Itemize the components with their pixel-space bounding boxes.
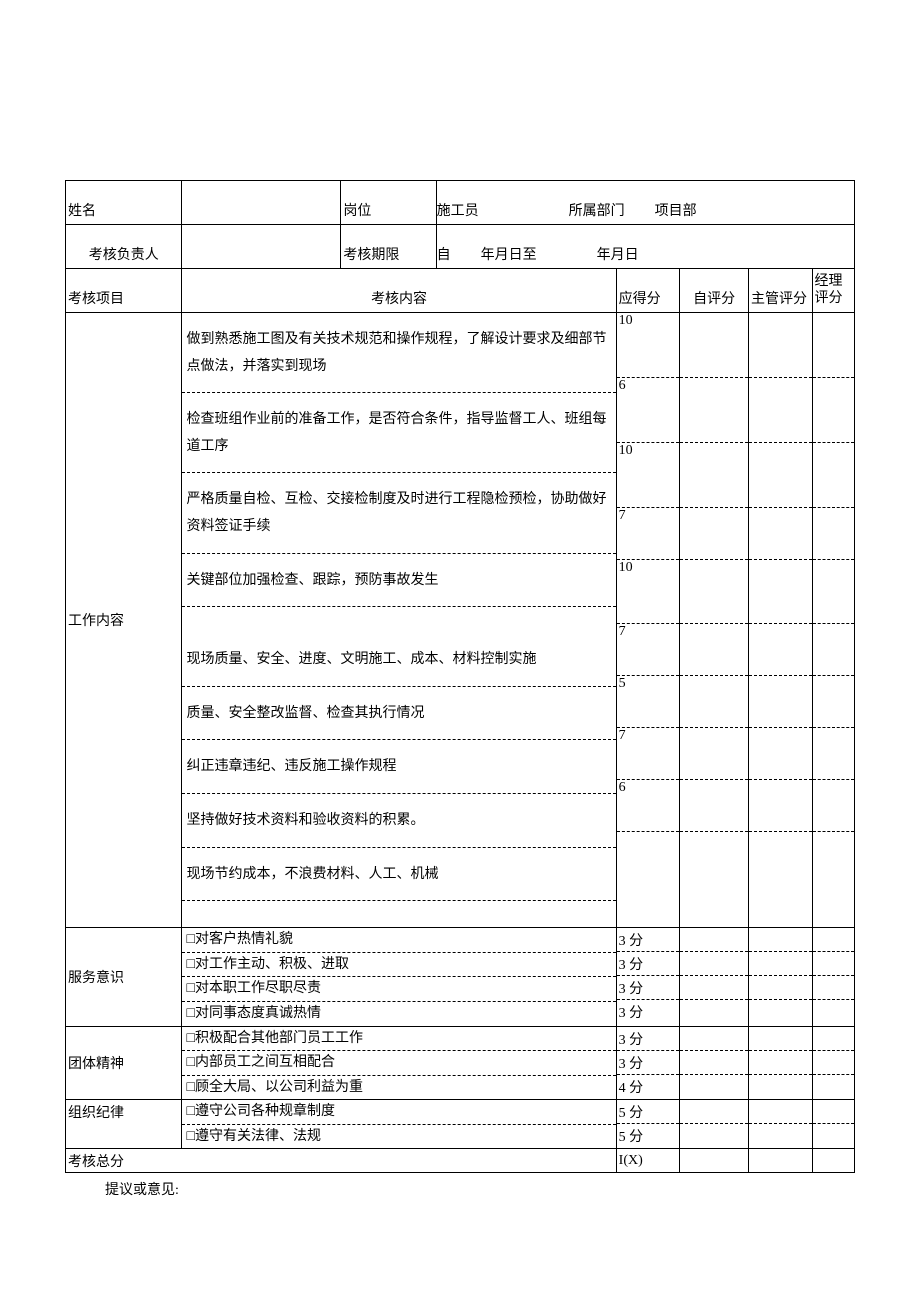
work-row: 关键部位加强检查、跟踪，预防事故发生 (182, 554, 615, 608)
work-row: 现场质量、安全、进度、文明施工、成本、材料控制实施 (182, 607, 615, 687)
reviewer-label: 考核负责人 (66, 225, 182, 269)
work-max-col: 10 6 10 7 10 7 5 7 6 (616, 313, 680, 928)
work-row: 检查班组作业前的准备工作，是否符合条件，指导监督工人、班组每道工序 (182, 393, 615, 473)
header-row-2: 考核负责人 考核期限 自 年月日至 年月日 (66, 225, 855, 269)
total-self[interactable] (680, 1149, 749, 1173)
work-mgr-col[interactable] (812, 313, 854, 928)
name-value[interactable] (182, 181, 341, 225)
reviewer-value[interactable] (182, 225, 341, 269)
section-discipline: 组织纪律 □遵守公司各种规章制度 □遵守有关法律、法规 5 分 5 分 (66, 1100, 855, 1149)
post-dept-cell: 施工员 所属部门 项目部 (436, 181, 854, 225)
work-row-blank (182, 901, 615, 927)
section-discipline-title: 组织纪律 (66, 1100, 182, 1149)
section-work: 工作内容 做到熟悉施工图及有关技术规范和操作规程，了解设计要求及细部节点做法，并… (66, 313, 855, 928)
team-row: □积极配合其他部门员工工作 (182, 1027, 615, 1052)
period-to: 年月日 (597, 244, 639, 264)
dept-label: 所属部门 (569, 200, 625, 220)
period-from: 年月日至 (481, 244, 537, 264)
discipline-row: □遵守公司各种规章制度 (182, 1100, 615, 1125)
assessment-form: 姓名 岗位 施工员 所属部门 项目部 考核负责人 考核期限 自 年月日至 年月日… (65, 180, 855, 1199)
work-self-col[interactable] (680, 313, 749, 928)
section-service-title: 服务意识 (66, 928, 182, 1026)
col-max: 应得分 (616, 269, 680, 313)
total-sup[interactable] (749, 1149, 813, 1173)
section-team-title: 团体精神 (66, 1026, 182, 1100)
total-mgr[interactable] (812, 1149, 854, 1173)
period-label: 考核期限 (341, 225, 436, 269)
work-row: 质量、安全整改监督、检查其执行情况 (182, 687, 615, 741)
work-sup-col[interactable] (749, 313, 813, 928)
footnote: 提议或意见: (105, 1179, 855, 1199)
service-row: □对同事态度真诚热情 (182, 1002, 615, 1026)
post-label: 岗位 (341, 181, 436, 225)
work-row: 纠正违章违纪、违反施工操作规程 (182, 740, 615, 794)
service-row: □对本职工作尽职尽责 (182, 977, 615, 1002)
total-row: 考核总分 I(X) (66, 1149, 855, 1173)
work-row: 现场节约成本，不浪费材料、人工、机械 (182, 848, 615, 902)
col-sup: 主管评分 (749, 269, 813, 313)
service-row: □对工作主动、积极、进取 (182, 953, 615, 978)
team-row: □顾全大局、以公司利益为重 (182, 1076, 615, 1100)
total-label: 考核总分 (66, 1149, 617, 1173)
work-content: 做到熟悉施工图及有关技术规范和操作规程，了解设计要求及细部节点做法，并落实到现场… (182, 313, 616, 928)
work-row: 坚持做好技术资料和验收资料的积累。 (182, 794, 615, 848)
service-row: □对客户热情礼貌 (182, 928, 615, 953)
section-work-title: 工作内容 (66, 313, 182, 928)
section-team: 团体精神 □积极配合其他部门员工工作 □内部员工之间互相配合 □顾全大局、以公司… (66, 1026, 855, 1100)
team-row: □内部员工之间互相配合 (182, 1051, 615, 1076)
name-label: 姓名 (66, 181, 182, 225)
period-cell: 自 年月日至 年月日 (436, 225, 854, 269)
col-item: 考核项目 (66, 269, 182, 313)
total-score: I(X) (616, 1149, 680, 1173)
work-row: 做到熟悉施工图及有关技术规范和操作规程，了解设计要求及细部节点做法，并落实到现场 (182, 313, 615, 393)
column-header-row: 考核项目 考核内容 应得分 自评分 主管评分 经理评分 (66, 269, 855, 313)
col-mgr: 经理评分 (812, 269, 854, 313)
period-from-prefix: 自 (437, 244, 451, 264)
col-content: 考核内容 (182, 269, 616, 313)
header-row-1: 姓名 岗位 施工员 所属部门 项目部 (66, 181, 855, 225)
col-self: 自评分 (680, 269, 749, 313)
work-row: 严格质量自检、互检、交接检制度及时进行工程隐检预检，协助做好资料签证手续 (182, 473, 615, 553)
post-value: 施工员 (437, 200, 479, 220)
section-service: 服务意识 □对客户热情礼貌 □对工作主动、积极、进取 □对本职工作尽职尽责 □对… (66, 928, 855, 1026)
discipline-row: □遵守有关法律、法规 (182, 1125, 615, 1149)
dept-value: 项目部 (655, 200, 697, 220)
